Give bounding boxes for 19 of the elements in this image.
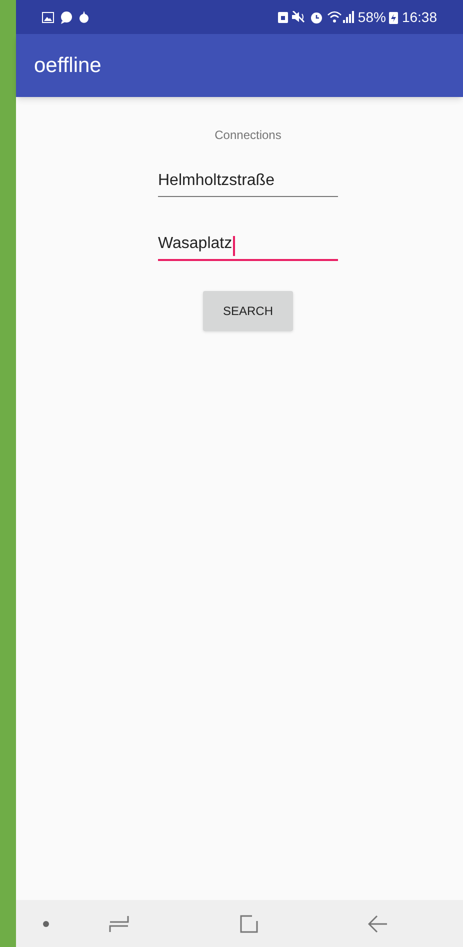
wifi-icon — [326, 11, 342, 23]
signal-icon — [342, 11, 354, 23]
drop-icon — [79, 10, 89, 24]
alarm-icon — [310, 10, 323, 24]
image-icon — [42, 12, 54, 22]
mute-icon — [292, 11, 306, 23]
recent-apps-icon[interactable] — [109, 914, 129, 934]
clock-time: 16:38 — [402, 8, 437, 26]
text-field[interactable]: Helmholtzstraße — [158, 169, 338, 197]
search-button[interactable]: SEARCH — [203, 291, 293, 331]
battery-icon — [388, 10, 398, 24]
app-title: oeffline — [34, 52, 102, 79]
home-icon[interactable] — [240, 914, 258, 932]
text-field[interactable]: Wasaplatz — [158, 233, 338, 261]
battery-saver-icon — [278, 11, 288, 23]
battery-percentage: 58% — [358, 8, 386, 26]
chat-bubble-icon — [60, 10, 73, 24]
section-heading: Connections — [214, 128, 282, 142]
back-icon[interactable] — [368, 914, 388, 932]
